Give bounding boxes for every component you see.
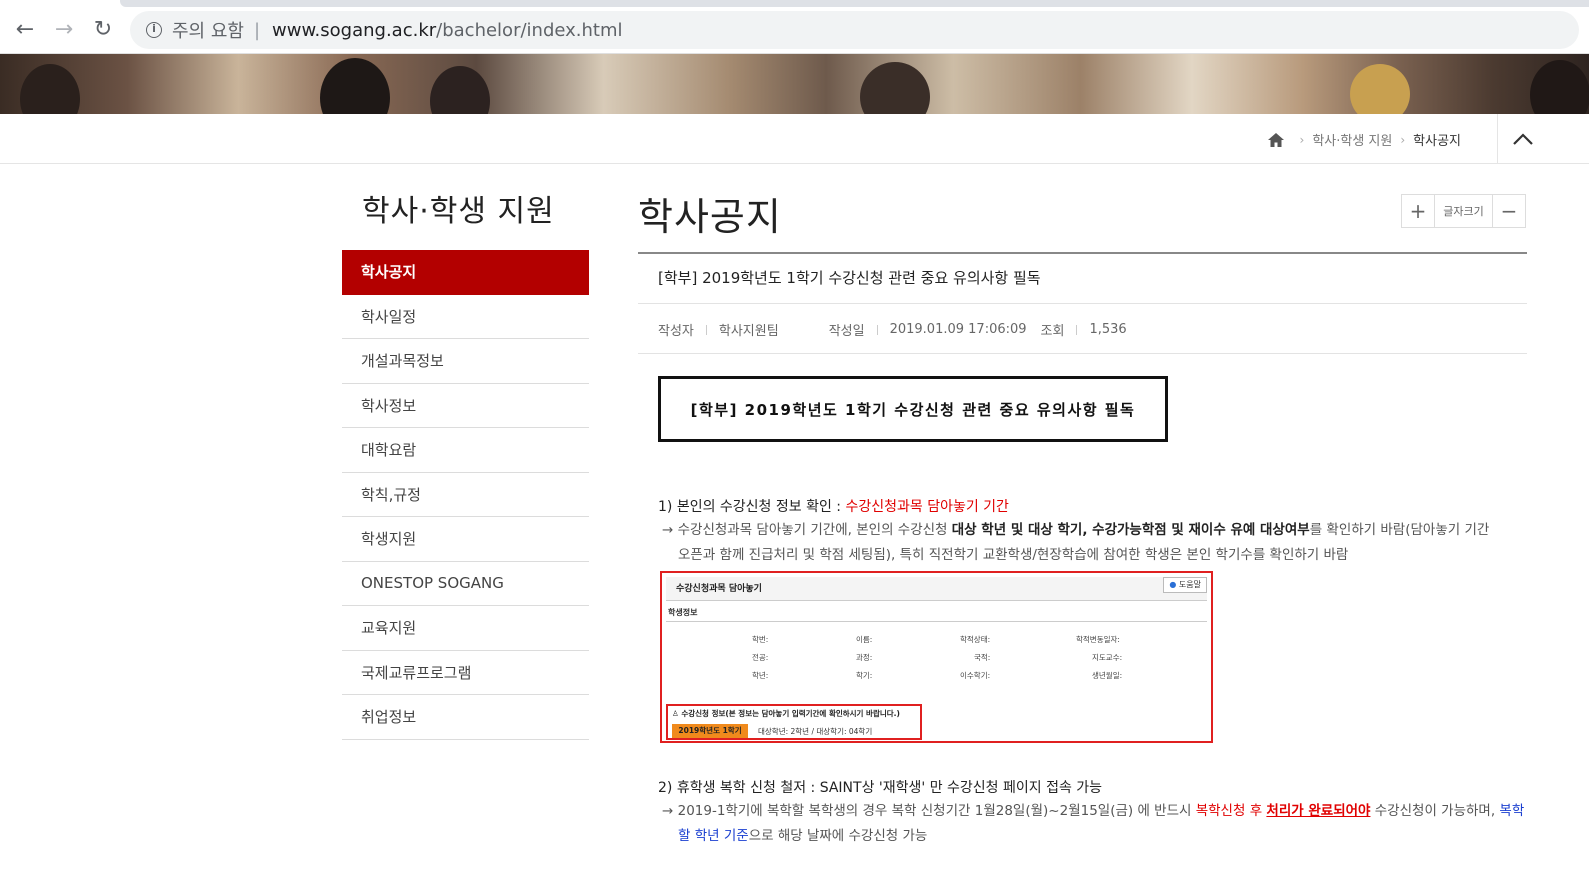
divider — [638, 353, 1527, 354]
sidebar-item-courses[interactable]: 개설과목정보 — [342, 339, 589, 384]
help-label: 도움말 — [1178, 580, 1201, 589]
divider — [638, 303, 1527, 304]
views-label: 조회 — [1040, 324, 1065, 339]
section-1-heading-highlight: 수강신청과목 담아놓기 기간 — [845, 499, 1009, 515]
registration-info-notice-text: 수강신청 정보(본 정보는 담아놓기 입력기간에 확인하시기 바랍니다.) — [681, 709, 900, 718]
sidebar-item-schedule[interactable]: 학사일정 — [342, 295, 589, 339]
side-navigation: 학사공지 학사일정 개설과목정보 학사정보 대학요람 학칙,규정 학생지원 ON… — [342, 250, 589, 740]
chevron-right-icon: › — [1299, 132, 1305, 147]
reload-button[interactable]: ↻ — [88, 14, 118, 44]
field-label: 학적상태: — [960, 635, 991, 644]
breadcrumb: › 학사·학생 지원 › 학사공지 — [1267, 130, 1461, 149]
section-2-desc-red-underline: 처리가 완료되어야 — [1266, 803, 1371, 819]
breadcrumb-item[interactable]: 학사·학생 지원 — [1312, 130, 1392, 149]
field-label: 학적변동일자: — [1076, 635, 1120, 644]
font-size-label: 글자크기 — [1434, 195, 1493, 227]
target-grade-info: 대상학년: 2학년 / 대상학기: 04학기 — [758, 727, 873, 736]
section-1-heading: 1) 본인의 수강신청 정보 확인 : 수강신청과목 담아놓기 기간 — [658, 496, 1009, 516]
section-1-heading-text: 1) 본인의 수강신청 정보 확인 : — [658, 499, 846, 515]
breadcrumb-current[interactable]: 학사공지 — [1413, 130, 1461, 149]
screenshot-subtitle: 학생정보 — [668, 608, 698, 617]
url-path: /bachelor/index.html — [436, 19, 623, 41]
section-2-desc-red: 복학신청 후 — [1195, 803, 1267, 819]
field-label: 이수학기: — [960, 671, 991, 680]
info-icon[interactable]: i — [146, 22, 162, 38]
views-value: 1,536 — [1089, 322, 1127, 337]
page-title: 학사공지 — [638, 195, 782, 239]
field-label: 학기: — [856, 671, 873, 680]
help-icon: ● — [1169, 580, 1177, 589]
chevron-right-icon: › — [1400, 132, 1406, 147]
collapse-button[interactable] — [1497, 114, 1547, 164]
date-value: 2019.01.09 17:06:09 — [889, 322, 1027, 337]
url-host: www.sogang.ac.kr — [272, 19, 437, 41]
sidebar-item-notice[interactable]: 학사공지 — [342, 250, 589, 295]
author-label: 작성자 — [658, 324, 694, 339]
student-info-table: 학번: 이름: 학적상태: 학적변동일자: 전공: 과정: 국적: 지도교수: … — [666, 621, 1207, 701]
back-button[interactable]: ← — [10, 14, 40, 44]
section-1-description-line2: 오픈과 함께 진급처리 및 학점 세팅됨), 특히 직전학기 교환학생/현장학습… — [678, 547, 1349, 563]
semester-badge: 2019학년도 1학기 — [672, 724, 748, 738]
sidebar-item-career[interactable]: 취업정보 — [342, 695, 589, 740]
section-2-desc-blue: 할 학년 기준 — [678, 828, 749, 844]
field-label: 과정: — [856, 653, 873, 662]
sidebar-item-student-support[interactable]: 학생지원 — [342, 517, 589, 562]
home-icon[interactable] — [1267, 132, 1284, 147]
help-button: ● 도움말 — [1163, 577, 1207, 593]
section-2-desc-part: → 2019-1학기에 복학할 복학생의 경우 복학 신청기간 1월28일(월)… — [662, 803, 1196, 819]
section-2-description-line2: 할 학년 기준으로 해당 날짜에 수강신청 가능 — [678, 824, 927, 849]
section-2-heading: 2) 휴학생 복학 신청 철저 : SAINT상 '재학생' 만 수강신청 페이… — [658, 780, 1103, 796]
date-label: 작성일 — [828, 324, 865, 339]
font-increase-button[interactable]: + — [1402, 195, 1434, 227]
lnb-title: 학사·학생 지원 — [362, 194, 555, 229]
font-decrease-button[interactable]: − — [1493, 195, 1525, 227]
chevron-up-icon — [1512, 133, 1533, 145]
section-2-desc-part: 수강신청이 가능하며, — [1370, 803, 1500, 819]
header-banner-image — [0, 54, 1589, 114]
section-2-desc-blue: 복학 — [1499, 803, 1525, 819]
security-warning: 주의 요함 — [172, 21, 244, 42]
font-size-control: + 글자크기 − — [1401, 194, 1526, 228]
url-separator: | — [253, 19, 261, 41]
author-value: 학사지원팀 — [718, 324, 779, 339]
field-label: 지도교수: — [1092, 653, 1123, 662]
sidebar-item-bulletin[interactable]: 대학요람 — [342, 428, 589, 473]
post-subject: [학부] 2019학년도 1학기 수강신청 관련 중요 유의사항 필독 — [658, 269, 1041, 287]
embedded-screenshot: 수강신청과목 담아놓기 ● 도움말 학생정보 학번: 이름: 학적상태: 학적변… — [660, 571, 1213, 743]
sidebar-item-regulations[interactable]: 학칙,규정 — [342, 473, 589, 517]
sidebar-item-education[interactable]: 교육지원 — [342, 606, 589, 651]
forward-button[interactable]: → — [49, 14, 79, 44]
field-label: 이름: — [856, 635, 873, 644]
registration-info-box: ♙ 수강신청 정보(본 정보는 담아놓기 입력기간에 확인하시기 바랍니다.) … — [666, 704, 922, 740]
field-label: 생년월일: — [1092, 671, 1123, 680]
section-1-description: → 수강신청과목 담아놓기 기간에, 본인의 수강신청 대상 학년 및 대상 학… — [662, 518, 1489, 543]
section-2-desc-part: 으로 해당 날짜에 수강신청 가능 — [748, 828, 928, 844]
sidebar-item-international[interactable]: 국제교류프로그램 — [342, 651, 589, 695]
section-1-desc-bold: 대상 학년 및 대상 학기, 수강가능학점 및 재이수 유예 대상여부 — [951, 522, 1310, 538]
field-label: 전공: — [752, 653, 769, 662]
tab-strip — [120, 0, 1589, 7]
field-label: 국적: — [974, 653, 991, 662]
field-label: 학년: — [752, 671, 769, 680]
field-label: 학번: — [752, 635, 769, 644]
browser-toolbar: ← → ↻ i 주의 요함 | www.sogang.ac.kr/bachelo… — [0, 0, 1589, 54]
screenshot-title: 수강신청과목 담아놓기 — [666, 577, 1207, 601]
address-bar[interactable]: i 주의 요함 | www.sogang.ac.kr/bachelor/inde… — [130, 11, 1579, 49]
sidebar-item-academic-info[interactable]: 학사정보 — [342, 384, 589, 428]
registration-info-notice: ♙ 수강신청 정보(본 정보는 담아놓기 입력기간에 확인하시기 바랍니다.) — [672, 708, 900, 719]
post-boxed-title: [학부] 2019학년도 1학기 수강신청 관련 중요 유의사항 필독 — [658, 376, 1168, 442]
section-1-desc-part: → 수강신청과목 담아놓기 기간에, 본인의 수강신청 — [662, 522, 952, 538]
person-icon: ♙ — [672, 709, 679, 718]
sidebar-item-onestop[interactable]: ONESTOP SOGANG — [342, 562, 589, 606]
breadcrumb-bar: › 학사·학생 지원 › 학사공지 — [0, 114, 1589, 164]
section-1-desc-part: 를 확인하기 바람(담아놓기 기간 — [1309, 522, 1490, 538]
divider — [638, 252, 1527, 254]
section-2-description: → 2019-1학기에 복학할 복학생의 경우 복학 신청기간 1월28일(월)… — [662, 799, 1524, 824]
post-meta: 작성자 학사지원팀 작성일 2019.01.09 17:06:09 조회 1,5… — [658, 320, 1127, 339]
